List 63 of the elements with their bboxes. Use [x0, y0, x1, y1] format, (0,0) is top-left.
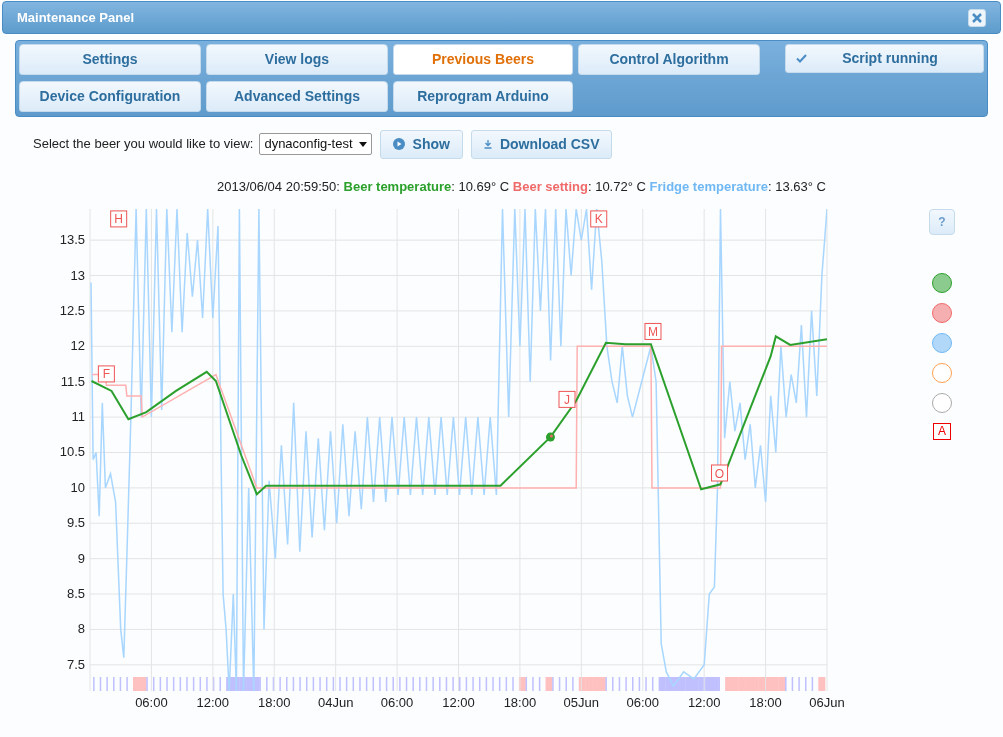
y-axis-label: 10.5 [59, 444, 85, 459]
x-axis-label: 06:00 [626, 694, 659, 710]
annotation-marker[interactable]: J [558, 390, 576, 408]
annotation-marker[interactable]: F [97, 364, 115, 382]
tab[interactable]: Control Algorithm [578, 44, 760, 75]
x-axis-label: 04Jun [317, 694, 354, 710]
download-icon [483, 139, 492, 149]
annotation: J [564, 392, 570, 407]
annotation-marker[interactable]: K [590, 209, 608, 227]
y-axis-label: 11.5 [60, 373, 85, 389]
y-axis-label: 13 [70, 267, 85, 283]
x-axis-label: 05Jun [563, 694, 600, 710]
tab[interactable]: View logs [206, 44, 388, 75]
annotation: H [114, 211, 123, 226]
dropdown-icon [358, 141, 367, 147]
y-axis-label: 9 [77, 550, 85, 566]
script-status-button[interactable]: Script running [785, 44, 984, 73]
hover-point [545, 432, 555, 442]
annotation-marker[interactable]: H [110, 209, 128, 227]
play-icon [392, 138, 405, 150]
tab[interactable]: Device Configuration [19, 81, 201, 112]
select-label: Select the beer you would like to view: [33, 135, 254, 154]
y-axis-label: 11 [71, 408, 85, 424]
x-axis-label: 12:00 [687, 694, 721, 710]
y-axis-label: 7.5 [66, 656, 85, 672]
annotation: K [594, 211, 603, 226]
y-axis-label: 12 [70, 337, 85, 353]
tab[interactable]: Reprogram Arduino [393, 81, 573, 112]
close-button[interactable] [968, 8, 986, 27]
series-toggle[interactable] [932, 272, 952, 293]
x-axis-label: 18:00 [503, 694, 537, 710]
x-axis-label: 06:00 [135, 694, 168, 710]
tab[interactable]: Previous Beers [393, 44, 573, 75]
help-button[interactable]: ? [929, 208, 955, 235]
series-toggle[interactable] [932, 302, 952, 323]
beer-select[interactable]: dynaconfig-test [259, 133, 372, 155]
series-toggle[interactable] [932, 362, 952, 383]
x-axis-label: 12:00 [442, 694, 475, 710]
tab[interactable]: Settings [19, 44, 201, 75]
annotation-marker[interactable]: O [711, 464, 728, 481]
y-axis-label: 13.5 [59, 231, 85, 247]
x-axis-label: 12:00 [196, 694, 230, 710]
tab[interactable]: Advanced Settings [206, 81, 388, 112]
y-axis-label: 9.5 [66, 514, 85, 530]
annotation: M [647, 324, 658, 339]
annotations-toggle[interactable]: A [933, 422, 951, 440]
y-axis-label: 8.5 [66, 585, 85, 601]
readout-text: 2013/06/04 20:59:50: Beer temperature: 10.69° C Beer setting: 10.72° C Fridge temperature: 13.63° C [216, 178, 827, 196]
download-button[interactable]: Download CSV [470, 129, 613, 159]
y-axis-label: 8 [77, 620, 85, 636]
series-toggle[interactable] [932, 332, 952, 353]
window-title: Maintenance Panel [17, 8, 135, 27]
show-button[interactable]: Show [379, 129, 463, 159]
x-axis-label: 18:00 [258, 694, 291, 710]
series-toggle[interactable] [932, 392, 952, 413]
y-axis-label: 10 [70, 479, 85, 495]
x-axis-label: 06:00 [380, 694, 414, 710]
annotation-marker[interactable]: M [644, 322, 662, 340]
x-axis-label: 18:00 [749, 694, 782, 710]
annotation: F [102, 366, 111, 381]
close-icon [972, 12, 982, 23]
y-axis-label: 12.5 [59, 302, 85, 318]
x-axis-label: 06Jun [809, 694, 845, 710]
